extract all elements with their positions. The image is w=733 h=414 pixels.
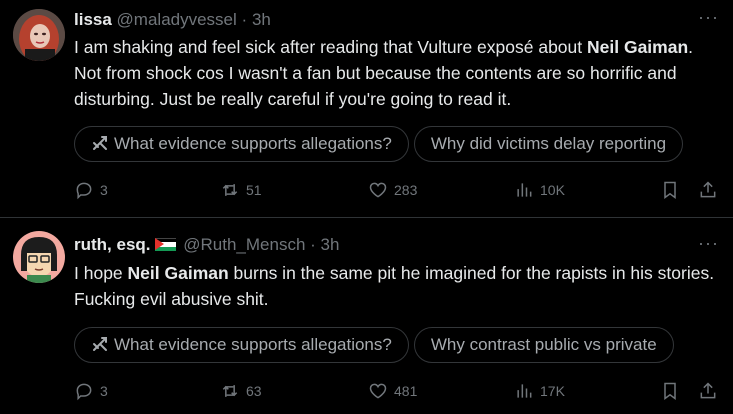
like-count: 283 xyxy=(394,182,418,198)
post-text: I am shaking and feel sick after reading… xyxy=(74,37,694,109)
action-bar: 3 63 481 17K xyxy=(74,379,724,403)
grok-icon xyxy=(93,337,107,351)
share-icon xyxy=(700,382,716,399)
post-header: lissa @maladyvessel · 3h xyxy=(74,10,271,30)
repost-arrows-icon xyxy=(222,184,238,196)
post[interactable]: ruth, esq. @Ruth_Mensch · 3h ··· I hope … xyxy=(0,219,733,414)
action-bar: 3 51 283 10K xyxy=(74,178,724,202)
bar-chart-icon xyxy=(517,183,532,197)
avatar[interactable] xyxy=(13,231,65,283)
share-button[interactable] xyxy=(698,379,718,403)
author-handle[interactable]: @maladyvessel xyxy=(117,10,237,29)
bookmark-icon xyxy=(664,181,676,199)
bookmark-button[interactable] xyxy=(660,379,680,403)
repost-button[interactable]: 63 xyxy=(220,379,262,403)
palestine-flag-icon xyxy=(154,238,176,251)
like-button[interactable]: 283 xyxy=(368,178,417,202)
more-options-icon[interactable]: ··· xyxy=(698,234,719,252)
reply-count: 3 xyxy=(100,383,108,399)
repost-count: 63 xyxy=(246,383,262,399)
mention-bold: Neil Gaiman xyxy=(587,37,689,57)
speech-bubble-icon xyxy=(76,383,92,401)
post-header: ruth, esq. @Ruth_Mensch · 3h xyxy=(74,235,339,255)
views-count: 10K xyxy=(540,182,565,198)
mention-bold: Neil Gaiman xyxy=(127,263,229,283)
reply-button[interactable]: 3 xyxy=(74,178,108,202)
grok-suggestions: What evidence supports allegations? Why … xyxy=(74,126,733,162)
more-options-icon[interactable]: ··· xyxy=(698,8,719,26)
suggestion-chip[interactable]: What evidence supports allegations? xyxy=(74,327,409,363)
timestamp[interactable]: 3h xyxy=(321,235,340,254)
speech-bubble-icon xyxy=(76,182,92,200)
timestamp[interactable]: 3h xyxy=(252,10,271,29)
bookmark-icon xyxy=(664,382,676,400)
author-name[interactable]: lissa xyxy=(74,10,112,29)
repost-arrows-icon xyxy=(222,385,238,397)
post[interactable]: lissa @maladyvessel · 3h ··· I am shakin… xyxy=(0,0,733,218)
repost-button[interactable]: 51 xyxy=(220,178,262,202)
bookmark-button[interactable] xyxy=(660,178,680,202)
bar-chart-icon xyxy=(517,384,532,398)
heart-icon xyxy=(369,383,387,399)
grok-suggestions: What evidence supports allegations? Why … xyxy=(74,327,733,363)
grok-icon xyxy=(93,136,107,150)
views-button[interactable]: 10K xyxy=(514,178,565,202)
suggestion-chip[interactable]: What evidence supports allegations? xyxy=(74,126,409,162)
suggestion-chip[interactable]: Why contrast public vs private xyxy=(413,327,674,363)
share-icon xyxy=(700,181,716,198)
separator: · xyxy=(310,235,316,254)
views-button[interactable]: 17K xyxy=(514,379,565,403)
post-text: I hope Neil Gaiman burns in the same pit… xyxy=(74,263,715,309)
author-name[interactable]: ruth, esq. xyxy=(74,235,151,254)
avatar[interactable] xyxy=(13,9,65,61)
heart-icon xyxy=(369,182,387,198)
author-handle[interactable]: @Ruth_Mensch xyxy=(183,235,305,254)
views-count: 17K xyxy=(540,383,565,399)
like-count: 481 xyxy=(394,383,418,399)
reply-count: 3 xyxy=(100,182,108,198)
share-button[interactable] xyxy=(698,178,718,202)
like-button[interactable]: 481 xyxy=(368,379,417,403)
suggestion-chip[interactable]: Why did victims delay reporting xyxy=(413,126,684,162)
reply-button[interactable]: 3 xyxy=(74,379,108,403)
separator: · xyxy=(241,10,248,29)
repost-count: 51 xyxy=(246,182,262,198)
